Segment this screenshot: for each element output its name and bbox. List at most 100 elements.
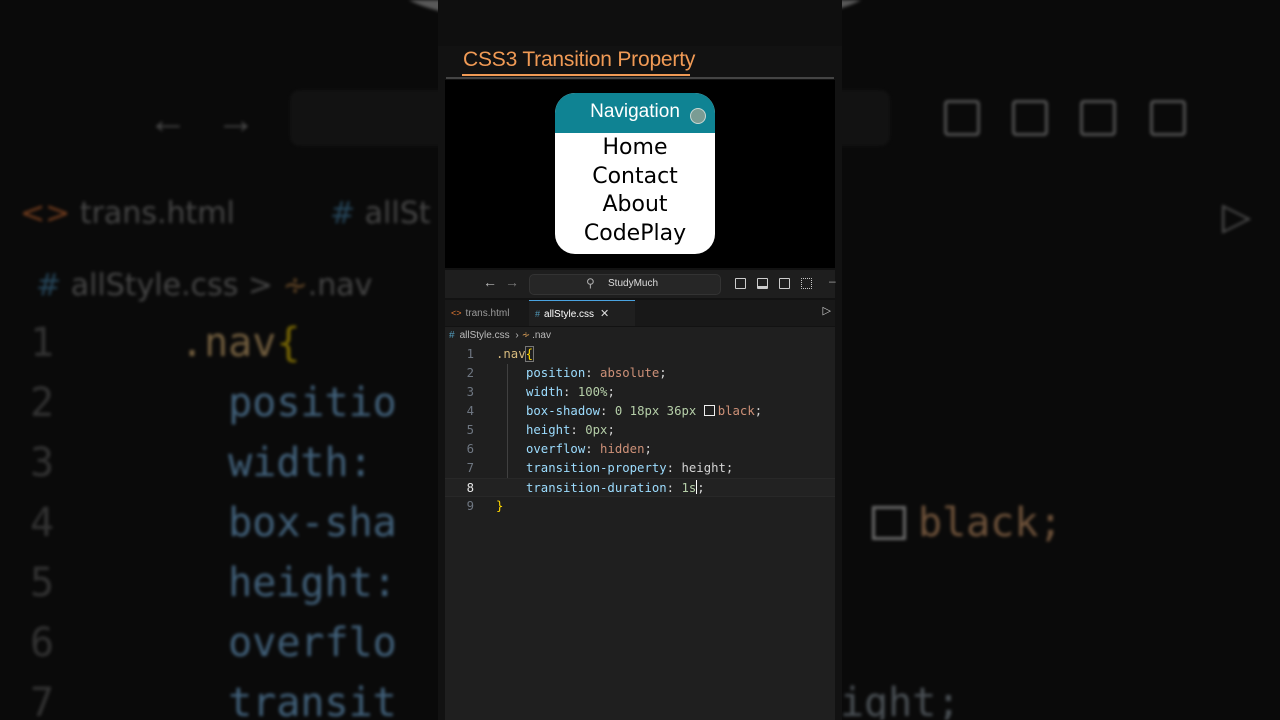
title-underline	[462, 74, 690, 76]
line-number: 3	[466, 385, 474, 399]
code-text: transition-property: height;	[526, 459, 733, 478]
nav-links: Home Contact About CodePlay	[555, 133, 715, 249]
line-number: 2	[466, 366, 474, 380]
code-line[interactable]: 5 height: 0px;	[445, 421, 835, 440]
breadcrumb-file[interactable]: allStyle.css	[460, 330, 510, 341]
code-line[interactable]: 7 transition-property: height;	[445, 459, 835, 478]
nav-link-about[interactable]: About	[555, 191, 715, 220]
code-text: box-shadow: 0 18px 36px black;	[526, 402, 762, 421]
line-number: 5	[466, 423, 474, 437]
arrow-right-icon: →	[216, 98, 256, 142]
background-code-line: ight;	[840, 680, 961, 720]
code-token: transition-property	[526, 461, 667, 475]
code-line[interactable]: 9}	[445, 497, 835, 516]
arrow-left-icon[interactable]: ←	[483, 274, 497, 290]
code-token: ;	[659, 366, 667, 380]
line-number: 9	[466, 499, 474, 513]
run-icon[interactable]: ▷	[823, 304, 831, 317]
background-code-line: 6 overflo	[30, 620, 397, 666]
tab-label: trans.html	[465, 308, 510, 319]
code-line[interactable]: 8 transition-duration: 1s;	[445, 478, 835, 497]
customize-layout-icon[interactable]	[801, 278, 812, 289]
code-token: }	[496, 499, 504, 513]
code-line[interactable]: 6 overflow: hidden;	[445, 440, 835, 459]
arrow-right-icon[interactable]: →	[505, 274, 519, 290]
code-line[interactable]: 2 position: absolute;	[445, 364, 835, 383]
panel-top-area	[438, 0, 842, 46]
code-text: .nav{	[496, 345, 535, 364]
symbol-icon: ∻	[521, 330, 531, 341]
toggle-panel-icon[interactable]	[757, 278, 768, 289]
nav-header[interactable]: Navigation	[555, 93, 715, 133]
chevron-right-icon: ›	[515, 330, 519, 341]
line-number: 8	[466, 481, 474, 495]
code-token: ;	[607, 423, 615, 437]
toggle-secondary-sidebar-icon[interactable]	[779, 278, 790, 289]
code-token: 0px	[585, 423, 608, 437]
layout-icon	[1150, 100, 1186, 136]
code-token: :	[600, 404, 615, 418]
code-token: :	[585, 366, 601, 380]
code-text: }	[496, 497, 503, 516]
code-editor[interactable]: 1 .nav{2 position: absolute; 3 width: 100%; 4…	[445, 345, 835, 720]
code-token: :	[585, 442, 601, 456]
code-token: 1s	[681, 481, 697, 495]
nav-link-contact[interactable]: Contact	[555, 163, 715, 192]
code-token: width	[526, 385, 564, 399]
line-number: 1	[466, 347, 474, 361]
layout-icon	[944, 100, 980, 136]
code-token: absolute	[600, 366, 660, 380]
editor-tabs: <> trans.html # allStyle.css ✕ ▷	[445, 300, 835, 326]
css-file-icon: #	[535, 309, 541, 319]
code-line[interactable]: 4 box-shadow: 0 18px 36px black;	[445, 402, 835, 421]
background-code-line: 4 box-sha	[30, 500, 397, 546]
background-code-line: 2 positio	[30, 380, 397, 426]
breadcrumb: # allStyle.css › ∻ .nav	[445, 327, 835, 345]
arrow-left-icon: ←	[148, 98, 188, 142]
tab-allstyle-css[interactable]: # allStyle.css ✕	[529, 300, 635, 326]
nav-link-home[interactable]: Home	[555, 134, 715, 163]
code-line[interactable]: 1 .nav{	[445, 345, 835, 364]
code-token: {	[524, 346, 535, 362]
close-icon[interactable]: ✕	[600, 308, 609, 320]
code-text: height: 0px;	[526, 421, 615, 440]
code-token: ;	[644, 442, 652, 456]
line-number: 6	[466, 442, 474, 456]
nav-header-label: Navigation	[590, 101, 680, 122]
code-token: :	[563, 385, 578, 399]
nav-link-codeplay[interactable]: CodePlay	[555, 220, 715, 249]
line-number: 7	[466, 461, 474, 475]
background-code-line: 1 .nav{	[30, 320, 301, 366]
minimize-icon[interactable]: –	[829, 274, 836, 288]
tab-trans-html[interactable]: <> trans.html	[445, 300, 529, 326]
demo-preview: Navigation Home Contact About CodePlay	[445, 80, 835, 268]
background-tab: # allSt	[330, 196, 431, 231]
nav-menu[interactable]: Navigation Home Contact About CodePlay	[555, 93, 715, 254]
code-token: ;	[607, 385, 615, 399]
code-token: :	[666, 481, 682, 495]
code-token: transition-duration	[526, 481, 667, 495]
code-token: black	[717, 404, 755, 418]
breadcrumb-symbol[interactable]: .nav	[532, 330, 551, 341]
tab-label: allStyle.css	[544, 309, 595, 320]
title-divider	[446, 77, 834, 79]
search-text: StudyMuch	[608, 278, 659, 289]
layout-icon	[1080, 100, 1116, 136]
command-search-box[interactable]: ⚲ StudyMuch	[529, 274, 721, 295]
code-token: ;	[754, 404, 763, 418]
editor-titlebar: ← → ⚲ StudyMuch –	[445, 270, 836, 298]
code-token: height	[681, 461, 726, 475]
layout-icon	[1012, 100, 1048, 136]
code-token: ;	[725, 461, 734, 475]
play-icon: ▷	[1222, 196, 1252, 238]
code-token: :	[570, 423, 586, 437]
code-line[interactable]: 3 width: 100%;	[445, 383, 835, 402]
code-token: .nav	[496, 347, 526, 361]
code-token: 0 18px 36px	[614, 404, 704, 418]
video-panel: CSS3 Transition Property Navigation Home…	[438, 0, 842, 720]
code-token: height	[526, 423, 571, 437]
toggle-sidebar-icon[interactable]	[735, 278, 746, 289]
code-token: hidden	[600, 442, 645, 456]
background-breadcrumb: # allStyle.css > ∻.nav	[36, 268, 373, 303]
color-swatch-icon[interactable]	[703, 405, 715, 416]
